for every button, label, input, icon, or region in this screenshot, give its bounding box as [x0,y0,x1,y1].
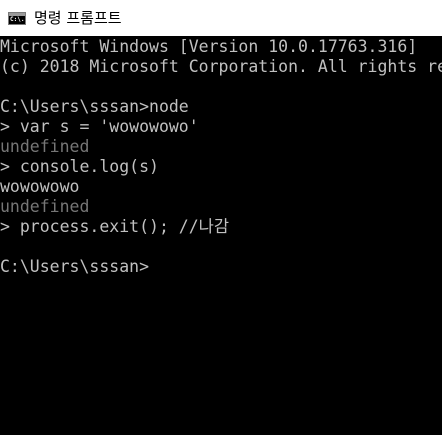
console-line-prompt-node: C:\Users\sssan>node [0,97,189,116]
console-output[interactable]: Microsoft Windows [Version 10.0.17763.31… [0,37,442,435]
console-line-undefined: undefined [0,197,90,216]
console-line-prompt[interactable]: C:\Users\sssan> [0,257,149,277]
cmd-icon[interactable]: C:\. [8,12,26,25]
title-bar[interactable]: C:\. 명령 프롬프트 [0,0,442,36]
console-line-version: Microsoft Windows [Version 10.0.17763.31… [0,37,418,56]
console-line-exit: > process.exit(); //나감 [0,217,230,236]
console-line-var: > var s = 'wowowowo' [0,117,199,136]
console-line-output: wowowowo [0,177,80,196]
command-prompt-window: C:\. 명령 프롬프트 Microsoft Windows [Version … [0,0,442,435]
console-line-undefined: undefined [0,137,90,156]
window-title: 명령 프롬프트 [34,9,122,27]
console-line-log: > console.log(s) [0,157,159,176]
console-line-copyright: (c) 2018 Microsoft Corporation. All righ… [0,57,442,76]
